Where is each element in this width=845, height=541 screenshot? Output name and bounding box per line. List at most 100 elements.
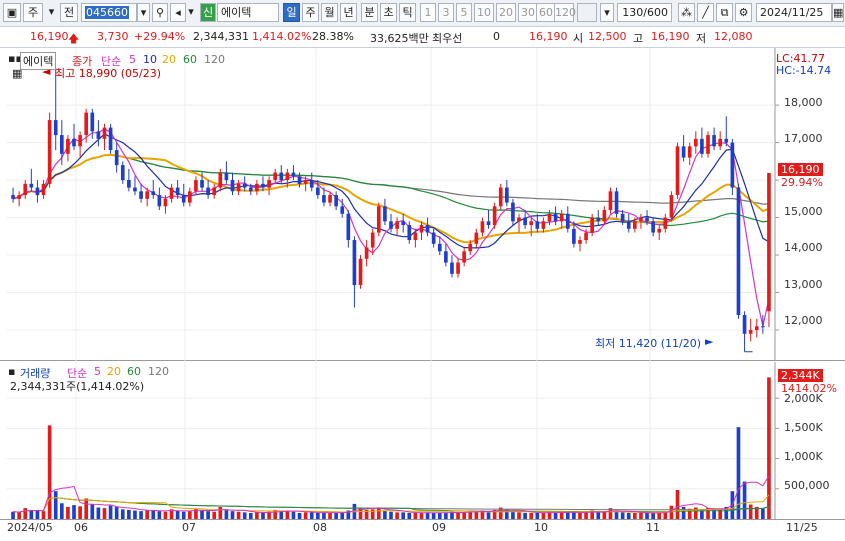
x-label: 07 — [182, 521, 196, 534]
period-second[interactable]: 초 — [380, 3, 397, 22]
volume-bar — [163, 511, 168, 519]
volume-bar — [633, 512, 637, 519]
count-field[interactable]: 130/600 — [617, 3, 672, 22]
interval-dropdown-icon[interactable]: ▾ — [600, 3, 614, 22]
candle-body — [517, 217, 521, 222]
interval-3[interactable]: 3 — [438, 3, 454, 22]
candle-body — [72, 138, 76, 147]
candle-body — [261, 183, 265, 188]
prev-button[interactable]: 전 — [60, 3, 78, 22]
code-input[interactable]: 045660 — [81, 3, 137, 22]
sound-icon[interactable]: ◂ — [170, 3, 186, 22]
volume-bar — [224, 509, 229, 519]
candle-body — [340, 206, 345, 214]
date-field[interactable]: 2024/11/25 — [756, 3, 832, 22]
period-month[interactable]: 월 — [321, 3, 338, 22]
search-icon[interactable]: ⚲ — [152, 3, 168, 22]
candle-body — [444, 251, 448, 263]
code-dropdown-icon[interactable]: ▾ — [137, 3, 150, 22]
candle-body — [364, 247, 369, 259]
candle-body — [523, 217, 527, 226]
high-arrow-icon: ◄ — [42, 65, 51, 78]
interval-1[interactable]: 1 — [420, 3, 436, 22]
interval-120[interactable]: 120 — [554, 3, 576, 22]
candle-body — [108, 127, 113, 151]
volume-bar — [297, 512, 302, 519]
stock-name-tab[interactable]: 에이텍 — [20, 52, 57, 70]
x-label: 11 — [646, 521, 660, 534]
candle-body — [590, 217, 594, 233]
window-icon[interactable]: ⧉ — [716, 3, 733, 22]
candle-body — [224, 172, 229, 181]
volume-bar — [59, 503, 64, 519]
candle-body — [279, 172, 284, 181]
volume-bar — [72, 505, 76, 519]
period-day[interactable]: 일 — [283, 3, 300, 22]
volume-bar — [29, 509, 34, 519]
candle-body — [767, 172, 771, 312]
market-select[interactable]: 주 — [23, 3, 43, 22]
interval-60[interactable]: 60 — [536, 3, 556, 22]
grid-toggle-icon[interactable]: ▦ — [12, 67, 22, 80]
hc-value: HC:-14.74 — [776, 64, 832, 77]
candle-body — [401, 221, 406, 226]
candle-body — [127, 180, 131, 188]
interval-5[interactable]: 5 — [456, 3, 472, 22]
candle-body — [559, 213, 564, 222]
candle-body — [200, 180, 204, 188]
volume-bar — [11, 511, 15, 519]
volume-bar — [96, 507, 101, 519]
volume-bar — [456, 512, 460, 519]
candle-body — [492, 206, 497, 226]
volume-y-tick: 1,000K — [784, 450, 823, 463]
candle-body — [188, 191, 192, 203]
candle-body — [639, 217, 643, 222]
legend-ma60: 60 — [183, 53, 197, 66]
candle-body — [535, 221, 540, 229]
candle-body — [669, 195, 674, 218]
y-tick: 17,000 — [784, 132, 823, 145]
grid-settings-icon[interactable]: ⁂ — [678, 3, 695, 22]
layout-icon[interactable]: ▣ — [3, 3, 21, 22]
volume-value: 2,344,331 — [193, 30, 249, 43]
period-year[interactable]: 년 — [340, 3, 357, 22]
volume-menu-icon[interactable]: ▪ — [8, 365, 15, 378]
line-tool-icon[interactable]: ╱ — [697, 3, 714, 22]
price-chart[interactable] — [0, 48, 845, 361]
sound-dropdown-icon[interactable]: ▾ — [186, 3, 196, 22]
volume-bar — [242, 512, 247, 519]
candle-body — [212, 187, 217, 196]
volume-bar — [425, 512, 430, 519]
calendar-icon[interactable]: ▦ — [832, 3, 844, 22]
volume-bar — [78, 506, 82, 519]
candle-body — [358, 258, 363, 286]
candle-body — [437, 243, 442, 252]
interval-30[interactable]: 30 — [518, 3, 538, 22]
current-price-tag: 16,190 — [778, 163, 823, 176]
candle-body — [633, 221, 637, 229]
volume-bar — [84, 498, 89, 519]
interval-10[interactable]: 10 — [474, 3, 494, 22]
stock-name-field[interactable]: 에이텍 — [217, 3, 279, 22]
gear-icon[interactable]: ⚙ — [735, 3, 752, 22]
volume-bar — [236, 511, 241, 519]
candle-body — [474, 232, 479, 244]
y-tick: 15,000 — [784, 205, 823, 218]
interval-20[interactable]: 20 — [496, 3, 516, 22]
volume-chart-panel[interactable]: ▪ 거래량 단순 5 20 60 120 2,344,331주(1,414.02… — [0, 362, 845, 520]
price-chart-panel[interactable]: ▪▪ 에이텍 종가 단순 5 10 20 60 120 ▦ ◄ 최고 18,99… — [0, 48, 845, 361]
period-tick[interactable]: 틱 — [399, 3, 416, 22]
legend-ma20: 20 — [162, 53, 176, 66]
candle-body — [584, 232, 588, 241]
volume-bar — [35, 510, 40, 519]
candle-body — [486, 221, 491, 226]
period-minute[interactable]: 분 — [361, 3, 378, 22]
period-week[interactable]: 주 — [302, 3, 319, 22]
volume-bar — [559, 512, 564, 519]
y-tick: 13,000 — [784, 278, 823, 291]
candle-body — [218, 172, 223, 188]
market-dropdown-icon[interactable]: ▾ — [45, 3, 58, 22]
candle-body — [480, 221, 485, 233]
candle-body — [35, 187, 40, 196]
volume-bar — [334, 512, 338, 519]
